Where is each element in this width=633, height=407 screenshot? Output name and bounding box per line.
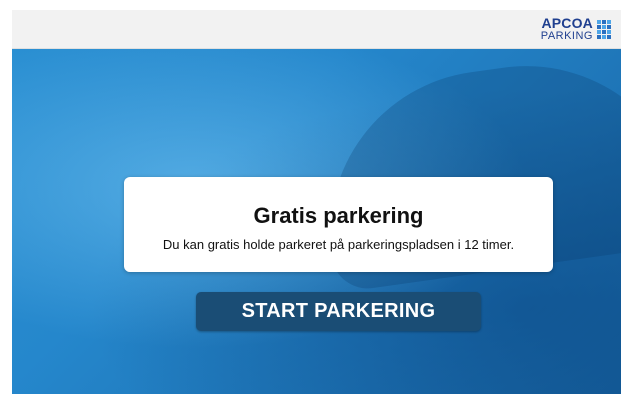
apcoa-grid-logo-icon: [597, 19, 611, 39]
apcoa-logo: APCOA PARKING: [541, 14, 611, 44]
info-card: Gratis parkering Du kan gratis holde par…: [124, 177, 553, 272]
logo-wordmark: APCOA PARKING: [541, 16, 593, 42]
card-text: Du kan gratis holde parkeret på parkerin…: [162, 237, 515, 252]
app-frame: APCOA PARKING Gratis parkering Du kan gr…: [0, 0, 633, 407]
logo-line2: PARKING: [540, 30, 593, 42]
card-title: Gratis parkering: [253, 203, 424, 228]
logo-line1: APCOA: [541, 15, 593, 31]
header-bar: APCOA PARKING: [12, 10, 621, 49]
start-parking-button[interactable]: START PARKERING: [196, 292, 481, 331]
